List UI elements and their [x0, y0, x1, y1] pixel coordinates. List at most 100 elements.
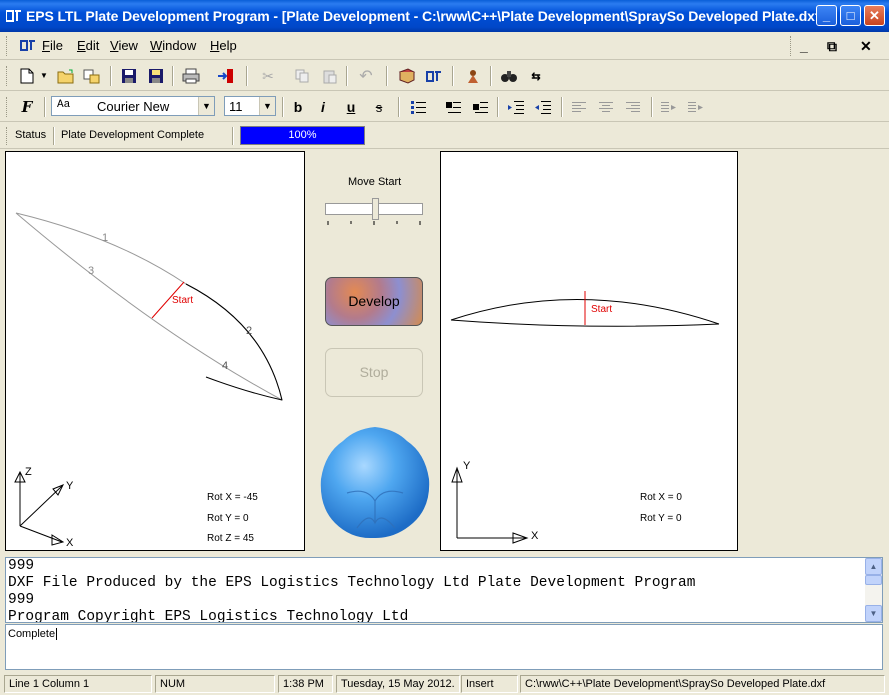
toolbar-separator	[386, 66, 388, 86]
menu-edit[interactable]: Edit	[77, 38, 99, 53]
slider-thumb[interactable]	[372, 198, 379, 220]
increase-indent-icon[interactable]	[659, 97, 679, 117]
menu-view[interactable]: View	[110, 38, 138, 53]
toolbar-grip	[790, 36, 793, 56]
point-label: 1	[102, 232, 109, 244]
slider-ticks	[327, 221, 421, 225]
axis-y-label: Y	[463, 460, 471, 472]
binoculars-icon[interactable]	[499, 66, 519, 86]
status-label: Status	[15, 129, 47, 141]
format-toolbar: F Aa Courier New ▼ 11 ▼ b i u s	[0, 92, 889, 122]
exit-icon[interactable]	[216, 66, 236, 86]
open-folder-icon[interactable]	[56, 66, 76, 86]
bold-button[interactable]: b	[288, 97, 308, 117]
font-size-value: 11	[229, 99, 243, 114]
print-icon[interactable]	[181, 66, 201, 86]
text-cursor	[56, 628, 61, 640]
control-panel: Move Start Develop Stop	[305, 151, 439, 551]
cut-icon[interactable]: ✂	[258, 66, 278, 86]
left-3d-view[interactable]: 1 2 3 4 Start Z Y X Rot X = -45 Rot Y = …	[5, 151, 305, 551]
new-file-icon[interactable]	[17, 66, 37, 86]
font-name-select[interactable]: Aa Courier New ▼	[51, 96, 215, 116]
strikethrough-button[interactable]: s	[369, 97, 389, 117]
chevron-down-icon[interactable]: ▼	[259, 97, 275, 115]
bullet-list-icon[interactable]	[409, 97, 429, 117]
book-icon[interactable]	[397, 66, 417, 86]
align-left-icon[interactable]	[569, 97, 589, 117]
menu-window[interactable]: Window	[150, 38, 196, 53]
output-line: DXF File Produced by the EPS Logistics T…	[8, 575, 696, 591]
align-center-icon[interactable]	[596, 97, 616, 117]
status-bar: Line 1 Column 1 NUM 1:38 PM Tuesday, 15 …	[0, 673, 889, 695]
menu-help[interactable]: Help	[210, 38, 237, 53]
toolbar-separator	[651, 97, 653, 117]
mdi-minimize-button[interactable]: _	[800, 38, 808, 54]
clock: 1:38 PM	[278, 675, 333, 693]
save-icon[interactable]	[119, 66, 139, 86]
numbered-list-icon[interactable]	[444, 97, 464, 117]
copy-icon[interactable]	[292, 66, 312, 86]
scroll-down-icon[interactable]: ▼	[865, 605, 882, 622]
axis-z-label: Z	[25, 466, 32, 478]
maximize-button[interactable]: □	[840, 5, 861, 26]
menu-file[interactable]: File	[42, 38, 63, 53]
title-bar[interactable]: EPS LTL Plate Development Program - [Pla…	[0, 0, 889, 32]
toolbar-grip[interactable]	[6, 127, 9, 145]
doc-logo-icon[interactable]	[20, 39, 36, 52]
toolbar-separator	[172, 66, 174, 86]
outline-list-icon[interactable]	[471, 97, 491, 117]
font-size-select[interactable]: 11 ▼	[224, 96, 276, 116]
minimize-button[interactable]: _	[816, 5, 837, 26]
toolbar-separator	[44, 97, 46, 117]
toolbar-separator	[53, 127, 55, 145]
open-recent-icon[interactable]	[82, 66, 102, 86]
main-area: 1 2 3 4 Start Z Y X Rot X = -45 Rot Y = …	[5, 151, 885, 553]
point-label: 4	[222, 360, 229, 372]
num-lock-indicator: NUM	[155, 675, 275, 693]
outdent-icon[interactable]	[533, 97, 553, 117]
scroll-up-icon[interactable]: ▲	[865, 558, 882, 575]
right-2d-view[interactable]: Start Y X Rot X = 0 Rot Y = 0	[440, 151, 738, 551]
close-button[interactable]: ✕	[864, 5, 885, 26]
chevron-down-icon[interactable]: ▼	[198, 97, 214, 115]
scroll-thumb[interactable]	[865, 575, 882, 585]
toolbar-separator	[452, 66, 454, 86]
rot-y-readout: Rot Y = 0	[640, 513, 682, 524]
font-preview-label: Aa	[57, 99, 71, 111]
status-message: Plate Development Complete	[61, 129, 205, 141]
mdi-close-button[interactable]: ✕	[860, 38, 872, 55]
toolbar-separator	[497, 97, 499, 117]
toolbar-separator	[490, 66, 492, 86]
axis-x-label: X	[66, 537, 74, 549]
app-logo-icon[interactable]	[424, 66, 444, 86]
paste-icon[interactable]	[320, 66, 340, 86]
stop-button[interactable]: Stop	[325, 348, 423, 397]
replace-icon[interactable]: ⇆	[526, 66, 546, 86]
start-label: Start	[172, 295, 194, 306]
axis-y-label: Y	[66, 480, 74, 492]
develop-button[interactable]: Develop	[325, 277, 423, 326]
italic-button[interactable]: i	[313, 97, 333, 117]
standard-toolbar: ▼ ✂ ↶ ⇆	[0, 61, 889, 91]
mdi-restore-button[interactable]: ⧉	[827, 38, 837, 55]
command-input[interactable]: Complete	[5, 624, 883, 670]
indent-icon[interactable]	[506, 97, 526, 117]
toolbar-separator	[110, 66, 112, 86]
toolbar-grip[interactable]	[6, 66, 9, 86]
settings-tool-icon[interactable]	[463, 66, 483, 86]
save-all-icon[interactable]	[146, 66, 166, 86]
output-scrollbar[interactable]: ▲ ▼	[865, 558, 882, 622]
align-right-icon[interactable]	[623, 97, 643, 117]
font-icon[interactable]: F	[17, 97, 37, 117]
toolbar-grip[interactable]	[6, 97, 9, 117]
chevron-down-icon[interactable]: ▼	[40, 71, 48, 80]
undo-icon[interactable]: ↶	[356, 66, 376, 86]
command-text: Complete	[8, 628, 56, 640]
insert-mode: Insert	[461, 675, 518, 693]
output-text-area[interactable]: 999 DXF File Produced by the EPS Logisti…	[5, 557, 883, 623]
toolbar-grip[interactable]	[6, 36, 9, 56]
decrease-indent-icon[interactable]	[686, 97, 706, 117]
underline-button[interactable]: u	[341, 97, 361, 117]
menu-bar: File Edit View Window Help _ ⧉ ✕	[0, 32, 889, 60]
axis-x-label: X	[531, 530, 539, 542]
